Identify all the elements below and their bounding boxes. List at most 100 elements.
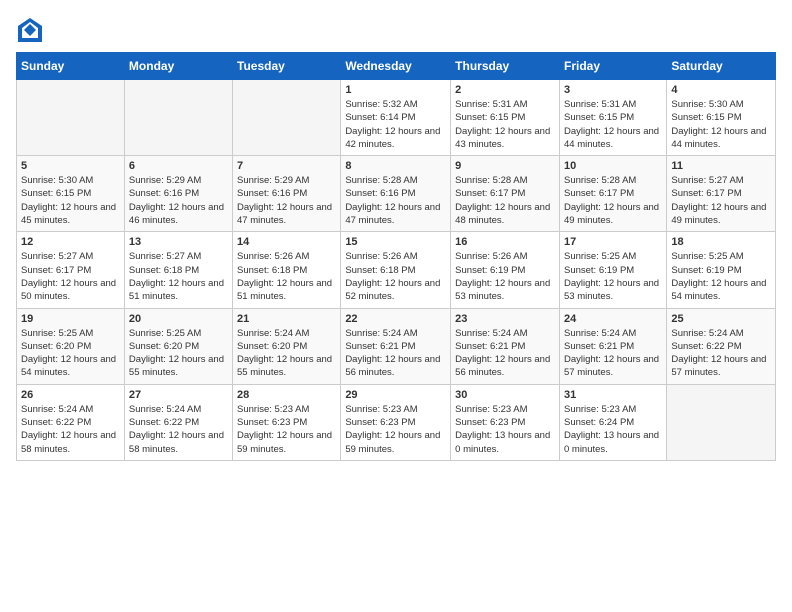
calendar-cell: 4 Sunrise: 5:30 AM Sunset: 6:15 PM Daylig… <box>667 80 776 156</box>
day-number: 28 <box>237 389 336 401</box>
calendar-cell: 10 Sunrise: 5:28 AM Sunset: 6:17 PM Dayli… <box>559 156 666 232</box>
day-info: Sunrise: 5:28 AM Sunset: 6:16 PM Dayligh… <box>345 174 446 227</box>
day-info: Sunrise: 5:27 AM Sunset: 6:17 PM Dayligh… <box>21 250 120 303</box>
day-info: Sunrise: 5:26 AM Sunset: 6:18 PM Dayligh… <box>345 250 446 303</box>
calendar-cell: 30 Sunrise: 5:23 AM Sunset: 6:23 PM Dayli… <box>451 384 560 460</box>
calendar-cell: 14 Sunrise: 5:26 AM Sunset: 6:18 PM Dayli… <box>233 232 341 308</box>
calendar-table: SundayMondayTuesdayWednesdayThursdayFrid… <box>16 52 776 461</box>
calendar-cell: 7Sunrise: 5:29 AM Sunset: 6:16 PM Daylig… <box>233 156 341 232</box>
day-number: 27 <box>129 389 228 401</box>
calendar-cell: 27 Sunrise: 5:24 AM Sunset: 6:22 PM Dayli… <box>124 384 232 460</box>
day-info: Sunrise: 5:26 AM Sunset: 6:18 PM Dayligh… <box>237 250 336 303</box>
day-number: 19 <box>21 313 120 325</box>
calendar-cell: 18Sunrise: 5:25 AM Sunset: 6:19 PM Dayli… <box>667 232 776 308</box>
day-number: 2 <box>455 84 555 96</box>
calendar-cell: 21 Sunrise: 5:24 AM Sunset: 6:20 PM Dayli… <box>233 308 341 384</box>
calendar-cell: 11 Sunrise: 5:27 AM Sunset: 6:17 PM Dayli… <box>667 156 776 232</box>
day-number: 30 <box>455 389 555 401</box>
day-info: Sunrise: 5:29 AM Sunset: 6:16 PM Dayligh… <box>129 174 228 227</box>
day-number: 8 <box>345 160 446 172</box>
calendar-week-row: 5 Sunrise: 5:30 AM Sunset: 6:15 PM Daylig… <box>17 156 776 232</box>
day-number: 9 <box>455 160 555 172</box>
day-info: Sunrise: 5:24 AM Sunset: 6:21 PM Dayligh… <box>455 327 555 380</box>
day-number: 14 <box>237 236 336 248</box>
calendar-cell <box>124 80 232 156</box>
day-info: Sunrise: 5:24 AM Sunset: 6:21 PM Dayligh… <box>564 327 662 380</box>
day-number: 11 <box>671 160 771 172</box>
calendar-week-row: 26 Sunrise: 5:24 AM Sunset: 6:22 PM Dayli… <box>17 384 776 460</box>
day-info: Sunrise: 5:24 AM Sunset: 6:21 PM Dayligh… <box>345 327 446 380</box>
day-number: 15 <box>345 236 446 248</box>
day-info: Sunrise: 5:24 AM Sunset: 6:22 PM Dayligh… <box>21 403 120 456</box>
day-info: Sunrise: 5:27 AM Sunset: 6:18 PM Dayligh… <box>129 250 228 303</box>
calendar-week-row: 12 Sunrise: 5:27 AM Sunset: 6:17 PM Dayli… <box>17 232 776 308</box>
day-info: Sunrise: 5:24 AM Sunset: 6:22 PM Dayligh… <box>129 403 228 456</box>
day-number: 26 <box>21 389 120 401</box>
day-number: 31 <box>564 389 662 401</box>
day-number: 12 <box>21 236 120 248</box>
calendar-cell: 28 Sunrise: 5:23 AM Sunset: 6:23 PM Dayli… <box>233 384 341 460</box>
day-info: Sunrise: 5:24 AM Sunset: 6:22 PM Dayligh… <box>671 327 771 380</box>
day-info: Sunrise: 5:28 AM Sunset: 6:17 PM Dayligh… <box>564 174 662 227</box>
day-number: 10 <box>564 160 662 172</box>
calendar-cell: 24Sunrise: 5:24 AM Sunset: 6:21 PM Dayli… <box>559 308 666 384</box>
day-info: Sunrise: 5:28 AM Sunset: 6:17 PM Dayligh… <box>455 174 555 227</box>
day-info: Sunrise: 5:25 AM Sunset: 6:20 PM Dayligh… <box>21 327 120 380</box>
day-number: 20 <box>129 313 228 325</box>
day-number: 4 <box>671 84 771 96</box>
calendar-cell: 26 Sunrise: 5:24 AM Sunset: 6:22 PM Dayli… <box>17 384 125 460</box>
calendar-header-thursday: Thursday <box>451 53 560 80</box>
day-number: 6 <box>129 160 228 172</box>
calendar-cell: 13 Sunrise: 5:27 AM Sunset: 6:18 PM Dayli… <box>124 232 232 308</box>
day-number: 5 <box>21 160 120 172</box>
day-info: Sunrise: 5:30 AM Sunset: 6:15 PM Dayligh… <box>21 174 120 227</box>
day-number: 7 <box>237 160 336 172</box>
day-info: Sunrise: 5:25 AM Sunset: 6:19 PM Dayligh… <box>671 250 771 303</box>
calendar-week-row: 1 Sunrise: 5:32 AM Sunset: 6:14 PM Daylig… <box>17 80 776 156</box>
calendar-cell: 17Sunrise: 5:25 AM Sunset: 6:19 PM Dayli… <box>559 232 666 308</box>
day-info: Sunrise: 5:25 AM Sunset: 6:20 PM Dayligh… <box>129 327 228 380</box>
day-number: 21 <box>237 313 336 325</box>
day-number: 3 <box>564 84 662 96</box>
day-number: 17 <box>564 236 662 248</box>
day-info: Sunrise: 5:31 AM Sunset: 6:15 PM Dayligh… <box>564 98 662 151</box>
day-number: 22 <box>345 313 446 325</box>
calendar-cell <box>17 80 125 156</box>
calendar-cell: 2 Sunrise: 5:31 AM Sunset: 6:15 PM Daylig… <box>451 80 560 156</box>
calendar-cell: 16 Sunrise: 5:26 AM Sunset: 6:19 PM Dayli… <box>451 232 560 308</box>
day-info: Sunrise: 5:32 AM Sunset: 6:14 PM Dayligh… <box>345 98 446 151</box>
calendar-cell: 6 Sunrise: 5:29 AM Sunset: 6:16 PM Daylig… <box>124 156 232 232</box>
day-info: Sunrise: 5:23 AM Sunset: 6:23 PM Dayligh… <box>455 403 555 456</box>
calendar-cell: 29Sunrise: 5:23 AM Sunset: 6:23 PM Dayli… <box>341 384 451 460</box>
day-info: Sunrise: 5:31 AM Sunset: 6:15 PM Dayligh… <box>455 98 555 151</box>
day-number: 16 <box>455 236 555 248</box>
calendar-cell: 3 Sunrise: 5:31 AM Sunset: 6:15 PM Daylig… <box>559 80 666 156</box>
calendar-header-sunday: Sunday <box>17 53 125 80</box>
calendar-cell: 20 Sunrise: 5:25 AM Sunset: 6:20 PM Dayli… <box>124 308 232 384</box>
day-info: Sunrise: 5:24 AM Sunset: 6:20 PM Dayligh… <box>237 327 336 380</box>
calendar-cell: 12 Sunrise: 5:27 AM Sunset: 6:17 PM Dayli… <box>17 232 125 308</box>
day-info: Sunrise: 5:23 AM Sunset: 6:23 PM Dayligh… <box>237 403 336 456</box>
calendar-header-row: SundayMondayTuesdayWednesdayThursdayFrid… <box>17 53 776 80</box>
page-header <box>16 16 776 44</box>
day-info: Sunrise: 5:23 AM Sunset: 6:24 PM Dayligh… <box>564 403 662 456</box>
calendar-header-monday: Monday <box>124 53 232 80</box>
calendar-cell: 25 Sunrise: 5:24 AM Sunset: 6:22 PM Dayli… <box>667 308 776 384</box>
day-number: 1 <box>345 84 446 96</box>
calendar-cell <box>233 80 341 156</box>
day-number: 13 <box>129 236 228 248</box>
calendar-cell <box>667 384 776 460</box>
day-number: 23 <box>455 313 555 325</box>
calendar-cell: 22 Sunrise: 5:24 AM Sunset: 6:21 PM Dayli… <box>341 308 451 384</box>
day-info: Sunrise: 5:30 AM Sunset: 6:15 PM Dayligh… <box>671 98 771 151</box>
day-number: 29 <box>345 389 446 401</box>
calendar-header-tuesday: Tuesday <box>233 53 341 80</box>
day-number: 25 <box>671 313 771 325</box>
day-info: Sunrise: 5:26 AM Sunset: 6:19 PM Dayligh… <box>455 250 555 303</box>
calendar-cell: 9 Sunrise: 5:28 AM Sunset: 6:17 PM Daylig… <box>451 156 560 232</box>
calendar-week-row: 19 Sunrise: 5:25 AM Sunset: 6:20 PM Dayli… <box>17 308 776 384</box>
day-info: Sunrise: 5:27 AM Sunset: 6:17 PM Dayligh… <box>671 174 771 227</box>
calendar-cell: 5 Sunrise: 5:30 AM Sunset: 6:15 PM Daylig… <box>17 156 125 232</box>
calendar-cell: 8 Sunrise: 5:28 AM Sunset: 6:16 PM Daylig… <box>341 156 451 232</box>
calendar-cell: 15 Sunrise: 5:26 AM Sunset: 6:18 PM Dayli… <box>341 232 451 308</box>
